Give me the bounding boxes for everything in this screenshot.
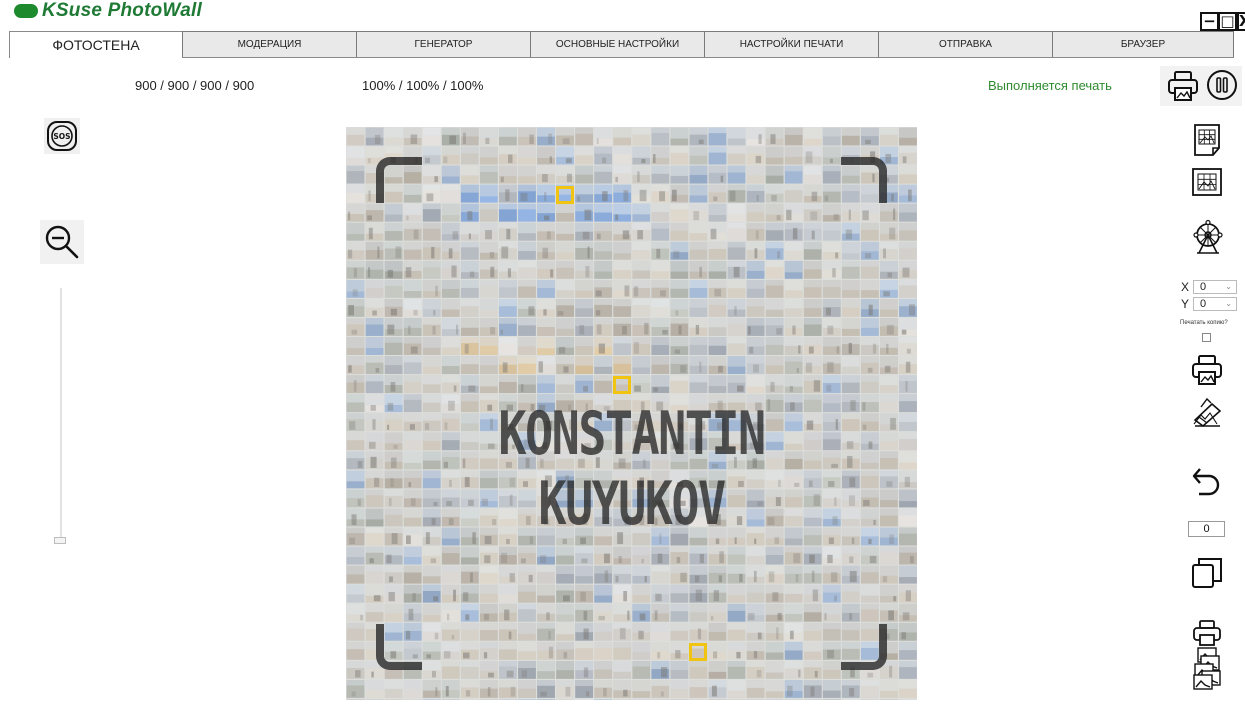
pause-icon (1207, 70, 1237, 100)
zoom-slider[interactable] (60, 288, 62, 540)
undo-button[interactable] (1188, 460, 1226, 502)
grid-frame-icon (1192, 168, 1222, 196)
print-selected-button[interactable] (1190, 352, 1224, 388)
chevron-down-icon: ⌄ (1225, 282, 1232, 291)
overlay-line-1: KONSTANTIN (498, 399, 766, 469)
print-button[interactable] (1165, 68, 1201, 104)
tab-moderation[interactable]: МОДЕРАЦИЯ (182, 31, 357, 57)
close-button[interactable]: X (1237, 12, 1245, 31)
undo-icon (1192, 468, 1220, 496)
corner-bracket-top-right (841, 157, 887, 203)
counter-field[interactable]: 0 (1188, 521, 1225, 537)
chevron-down-icon: ⌄ (1225, 299, 1232, 308)
selected-cell-marker[interactable] (613, 376, 631, 394)
selected-cell-marker[interactable] (689, 643, 707, 661)
photo-wall[interactable]: KONSTANTIN KUYUKOV (346, 127, 917, 700)
tab-sending[interactable]: ОТПРАВКА (878, 31, 1053, 57)
copy-button[interactable] (1188, 552, 1226, 592)
zoom-out-button[interactable] (40, 220, 84, 264)
printer-icon (1168, 71, 1198, 101)
tab-generator[interactable]: ГЕНЕРАТОР (356, 31, 531, 57)
tab-browser[interactable]: БРАУЗЕР (1052, 31, 1234, 57)
tab-main-settings[interactable]: ОСНОВНЫЕ НАСТРОЙКИ (530, 31, 705, 57)
selected-cell-marker[interactable] (556, 186, 574, 204)
minimize-button[interactable]: − (1200, 12, 1219, 31)
sos-text: SOS (53, 132, 70, 141)
lottery-button[interactable] (1189, 218, 1227, 258)
main-tabs: ФОТОСТЕНА МОДЕРАЦИЯ ГЕНЕРАТОР ОСНОВНЫЕ Н… (9, 31, 1234, 58)
maximize-button[interactable]: □ (1218, 12, 1237, 31)
sos-icon: SOS (47, 121, 77, 151)
erase-image-button[interactable] (1190, 394, 1224, 430)
zoom-out-icon (45, 225, 79, 259)
printer-icon (1192, 355, 1222, 385)
coord-y-value: 0 (1200, 298, 1207, 310)
sos-button[interactable]: SOS (44, 118, 80, 154)
resolution-readout: 900 / 900 / 900 / 900 (135, 78, 255, 93)
corner-bracket-bottom-left (376, 624, 422, 670)
corner-bracket-bottom-right (841, 624, 887, 670)
batch-print-icon (1193, 620, 1221, 690)
ferris-wheel-icon (1193, 219, 1223, 254)
print-copy-checkbox[interactable] (1202, 333, 1211, 342)
page-grid-icon (1194, 124, 1220, 156)
print-copy-label: Печатать копию? (1180, 320, 1228, 326)
wall-overlay-text: KONSTANTIN KUYUKOV (409, 399, 854, 539)
app-title: KSuse PhotoWall (42, 0, 202, 21)
app-window: KSuse PhotoWall − □ X ФОТОСТЕНА МОДЕРАЦИ… (0, 0, 1245, 708)
coord-y-select[interactable]: 0 ⌄ (1193, 297, 1237, 311)
print-status: Выполняется печать (988, 78, 1112, 93)
batch-print-button[interactable] (1185, 618, 1229, 694)
pause-button[interactable] (1204, 67, 1240, 103)
app-logo-icon (14, 4, 38, 18)
tab-print-settings[interactable]: НАСТРОЙКИ ПЕЧАТИ (704, 31, 879, 57)
corner-bracket-top-left (376, 157, 422, 203)
eraser-icon (1193, 397, 1222, 428)
tab-photowall[interactable]: ФОТОСТЕНА (9, 31, 183, 58)
tab-divider (182, 57, 1234, 58)
title-bar: KSuse PhotoWall − □ X (0, 0, 1245, 31)
coord-x-label: X (1181, 280, 1190, 294)
zoom-slider-handle[interactable] (54, 537, 66, 544)
scale-readout: 100% / 100% / 100% (362, 78, 484, 93)
grid-frame-button[interactable] (1190, 165, 1224, 199)
coord-y-label: Y (1181, 297, 1190, 311)
coord-x-select[interactable]: 0 ⌄ (1193, 280, 1237, 294)
coord-x-value: 0 (1200, 281, 1207, 293)
copy-icon (1192, 558, 1222, 588)
page-layout-button[interactable] (1190, 122, 1224, 158)
overlay-line-2: KUYUKOV (538, 469, 726, 539)
